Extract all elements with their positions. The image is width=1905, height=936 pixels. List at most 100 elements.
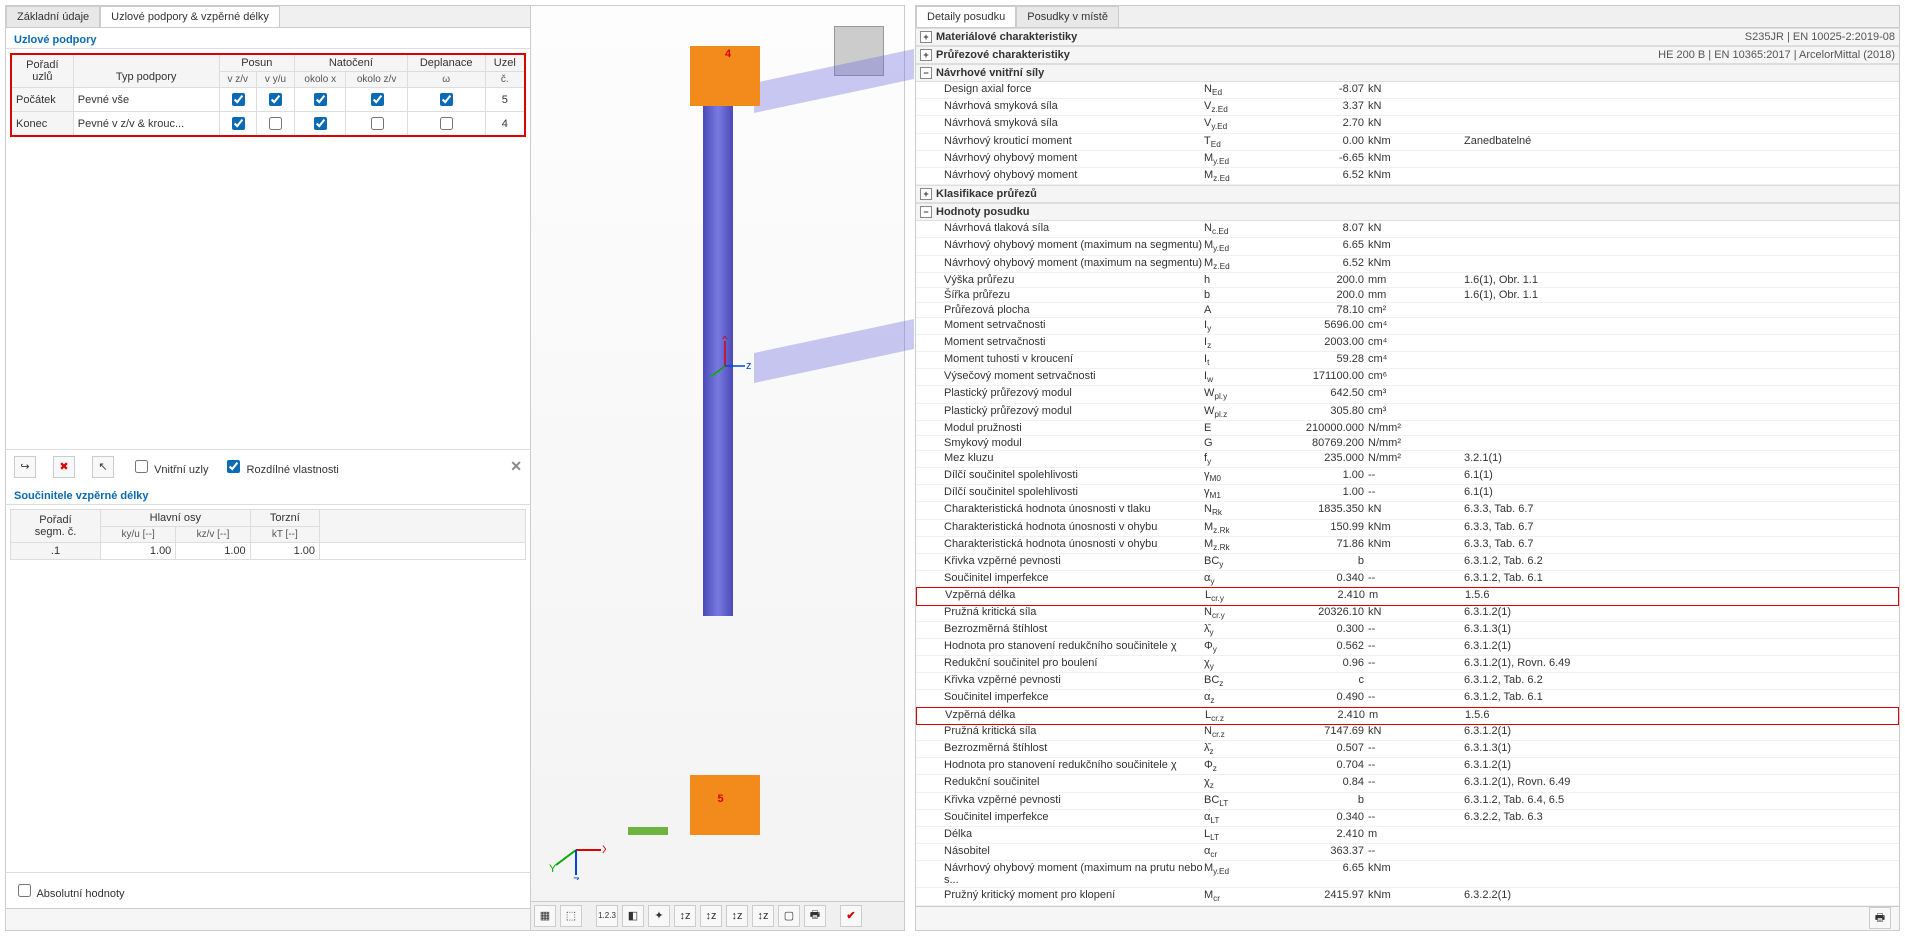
support-checkbox[interactable] [440,117,453,130]
vp-tool-z2[interactable]: ↕z [700,905,722,927]
result-row: Návrhový ohybový moment (maximum na segm… [916,238,1899,255]
result-row: Pružná kritická síla Ncr.z 7147.69 kN 6.… [916,724,1899,741]
support-checkbox[interactable] [440,93,453,106]
result-row: Hodnota pro stanovení redukčního součini… [916,639,1899,656]
axis-gizmo-icon: X Y Z [546,820,606,880]
section-prurez[interactable]: + Průřezové charakteristiky HE 200 B | E… [916,46,1899,64]
vp-tool-z3[interactable]: ↕z [726,905,748,927]
result-row: Moment setrvačnosti Iy 5696.00 cm⁴ [916,318,1899,335]
svg-text:y: y [710,371,712,383]
result-row: Délka LLT 2.410 m [916,827,1899,844]
print-icon[interactable]: 🖶 [1869,907,1891,929]
support-checkbox[interactable] [269,117,282,130]
result-row: Vzpěrná délka Lcr.z 2.410 m 1.5.6 [916,707,1899,725]
group-uzlove-podpory: Uzlové podpory [6,28,530,49]
support-checkbox[interactable] [269,93,282,106]
arrow-icon[interactable]: ↪ [14,456,36,478]
rozdilne-check[interactable]: Rozdílné vlastnosti [223,457,338,476]
section-hodnoty[interactable]: − Hodnoty posudku [916,203,1899,221]
vp-tool-print[interactable]: 🖶 [804,905,826,927]
segments-table: Pořadísegm. č. Hlavní osy Torzní ky/u [-… [10,509,526,560]
node-label-5: 5 [718,793,724,805]
result-row: Charakteristická hodnota únosnosti v tla… [916,502,1899,519]
right-tabs: Detaily posudku Posudky v místě [916,6,1899,28]
vp-tool-z4[interactable]: ↕z [752,905,774,927]
result-row: Dílčí součinitel spolehlivosti γM0 1.00 … [916,468,1899,485]
tab-posudky[interactable]: Posudky v místě [1016,6,1119,27]
result-row: Výška průřezu h 200.0 mm 1.6(1), Obr. 1.… [916,273,1899,288]
result-row: Mez kluzu fy 235.000 N/mm² 3.2.1(1) [916,451,1899,468]
result-row: Redukční součinitel pro boulení χy 0.96 … [916,656,1899,673]
supports-toolbar: ↪ ✖ ↖ Vnitřní uzly Rozdílné vlastnosti ✕ [6,449,530,484]
svg-text:x: x [722,336,728,342]
result-row: Křivka vzpěrné pevnosti BCz c 6.3.1.2, T… [916,673,1899,690]
section-material[interactable]: + Materiálové charakteristiky S235JR | E… [916,28,1899,46]
support-checkbox[interactable] [371,93,384,106]
tab-detaily[interactable]: Detaily posudku [916,6,1016,27]
result-row: Návrhový ohybový moment Mz.Ed 6.52 kNm [916,168,1899,185]
result-row: Návrhová smyková síla Vz.Ed 3.37 kN [916,99,1899,116]
tab-zakladni[interactable]: Základní údaje [6,6,100,27]
tab-uzlove[interactable]: Uzlové podpory & vzpěrné délky [100,6,280,27]
vp-tool-cube[interactable]: ◧ [622,905,644,927]
local-axis-icon: x y z [710,336,770,396]
result-row: Pružný kritický moment pro klopení Mcr 2… [916,888,1899,905]
result-row: Součinitel imperfekce αLT 0.340 -- 6.3.2… [916,810,1899,827]
vp-tool-z1[interactable]: ↕z [674,905,696,927]
vp-tool-2[interactable]: ⬚ [560,905,582,927]
result-row: Šířka průřezu b 200.0 mm 1.6(1), Obr. 1.… [916,288,1899,303]
vp-tool-check[interactable]: ✔ [840,905,862,927]
collapse-icon[interactable]: − [920,67,932,79]
result-row: Plastický průřezový modul Wpl.y 642.50 c… [916,386,1899,403]
expand-icon[interactable]: + [920,49,932,61]
left-panel: Základní údaje Uzlové podpory & vzpěrné … [5,5,905,931]
supports-table-wrap: Pořadíuzlů Typ podpory Posun Natočení De… [6,49,530,141]
table-row[interactable]: .11.001.001.00 [11,542,526,559]
result-row: Součinitel imperfekce αz 0.490 -- 6.3.1.… [916,690,1899,707]
vnitrni-uzly-check[interactable]: Vnitřní uzly [131,457,208,476]
result-row: Křivka vzpěrné pevnosti BCy b 6.3.1.2, T… [916,554,1899,571]
section-nvs[interactable]: − Návrhové vnitřní síly [916,64,1899,82]
result-row: Plastický průřezový modul Wpl.z 305.80 c… [916,404,1899,421]
vp-tool-axes[interactable]: ✦ [648,905,670,927]
result-row: Bezrozměrná štíhlost λ̄z 0.507 -- 6.3.1.… [916,741,1899,758]
result-row: Design axial force NEd -8.07 kN [916,82,1899,99]
collapse-icon[interactable]: − [920,206,932,218]
result-row: Násobitel αcr 363.37 -- [916,844,1899,861]
left-forms: Základní údaje Uzlové podpory & vzpěrné … [6,6,531,930]
viewport-3d[interactable]: X Y Z x y z 4 5 ▦ ⬚ 1.2.3 ◧ ✦ ↕z ↕z ↕z ↕… [531,6,904,930]
result-row: Návrhový ohybový moment (maximum na prut… [916,861,1899,888]
result-row: Hodnota pro stanovení redukčního součini… [916,758,1899,775]
svg-text:X: X [602,844,606,856]
result-row: Návrhový ohybový moment My.Ed -6.65 kNm [916,151,1899,168]
vp-tool-123[interactable]: 1.2.3 [596,905,618,927]
expand-icon[interactable]: + [920,31,932,43]
section-klasifikace[interactable]: + Klasifikace průřezů [916,185,1899,203]
result-row: Návrhová tlaková síla Nc.Ed 8.07 kN [916,221,1899,238]
expand-icon[interactable]: + [920,188,932,200]
support-checkbox[interactable] [232,117,245,130]
supports-table: Pořadíuzlů Typ podpory Posun Natočení De… [10,53,526,137]
result-row: Průřezová plocha A 78.10 cm² [916,303,1899,318]
close-icon[interactable]: ✕ [510,458,522,475]
support-checkbox[interactable] [371,117,384,130]
support-checkbox[interactable] [314,93,327,106]
group-soucinitele: Součinitele vzpěrné délky [6,484,530,505]
result-row: Charakteristická hodnota únosnosti v ohy… [916,537,1899,554]
result-row: Křivka vzpěrné pevnosti BCLT b 6.3.1.2, … [916,793,1899,810]
absolutni-check[interactable]: Absolutní hodnoty [14,888,125,900]
result-row: Redukční součinitel χz 0.84 -- 6.3.1.2(1… [916,775,1899,792]
support-checkbox[interactable] [232,93,245,106]
cursor-icon[interactable]: ↖ [92,456,114,478]
table-row[interactable]: Počátek Pevné vše 5 [11,88,525,112]
result-row: Pružná kritická síla Ncr.y 20326.10 kN 6… [916,605,1899,622]
support-checkbox[interactable] [314,117,327,130]
table-row[interactable]: Konec Pevné v z/v & krouc... 4 [11,112,525,137]
result-row: Návrhový ohybový moment (maximum na segm… [916,256,1899,273]
result-row: Součinitel imperfekce αy 0.340 -- 6.3.1.… [916,571,1899,588]
result-row: Moment tuhosti v kroucení It 59.28 cm⁴ [916,352,1899,369]
vp-tool-1[interactable]: ▦ [534,905,556,927]
vp-tool-box[interactable]: ▢ [778,905,800,927]
results-scroll[interactable]: + Materiálové charakteristiky S235JR | E… [916,28,1899,906]
delete-icon[interactable]: ✖ [53,456,75,478]
